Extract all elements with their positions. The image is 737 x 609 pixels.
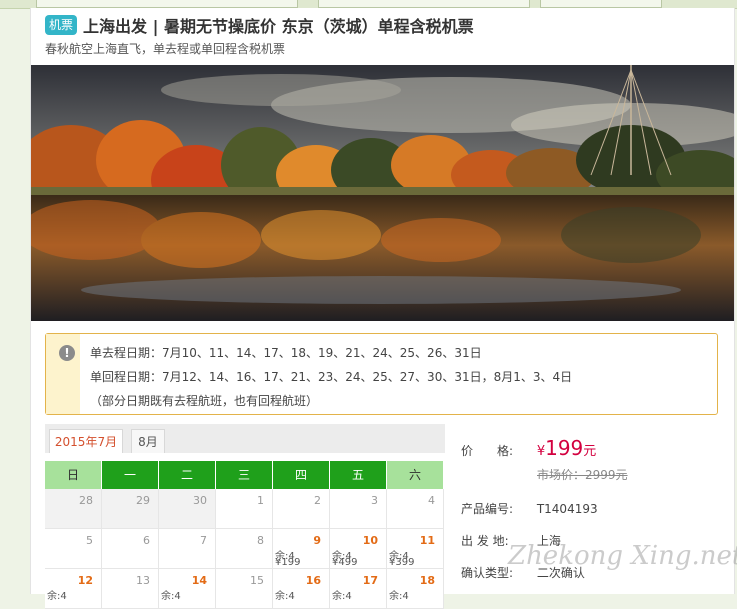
calendar-day-cell: 13	[102, 569, 159, 609]
day-number: 16	[305, 574, 321, 587]
price-calendar: 2015年7月 8月 日 一 二 三 四 五 六 28 29 30 1 2 3 4 5 6 7 8 9…	[45, 424, 445, 609]
tab-august[interactable]: 8月	[131, 429, 165, 453]
seats-remaining: 余:4	[389, 591, 409, 602]
browser-tab[interactable]	[36, 0, 298, 8]
calendar-week-row: 5 6 7 8 9 余:4 ¥199 10 余:4 ¥499 11 余:4 ¥399	[45, 529, 445, 569]
day-number: 12	[77, 574, 93, 587]
calendar-grid: 日 一 二 三 四 五 六 28 29 30 1 2 3 4 5 6 7 8 9 余:4 ¥199 10 余:…	[45, 461, 445, 609]
day-number: 14	[191, 574, 207, 587]
month-tabs: 2015年7月 8月	[45, 424, 445, 453]
calendar-day-cell[interactable]: 16 余:4	[273, 569, 330, 609]
calendar-day-cell[interactable]: 14 余:4	[159, 569, 216, 609]
warning-icon: !	[59, 345, 75, 361]
hero-image	[31, 65, 734, 321]
weekday-wed: 三	[216, 461, 273, 489]
day-number: 18	[419, 574, 435, 587]
price-row: 价 格: ¥199元	[461, 436, 596, 460]
browser-tab[interactable]	[318, 0, 530, 8]
day-number: 10	[362, 534, 378, 547]
product-page: 机票 上海出发 | 暑期无节操底价 东京（茨城）单程含税机票 春秋航空上海直飞，…	[30, 8, 735, 609]
calendar-week-row: 12 余:4 13 14 余:4 15 16 余:4 17 余:4 18 余:4	[45, 569, 445, 609]
day-price: ¥499	[332, 557, 358, 568]
day-number: 28	[79, 494, 93, 507]
day-number: 2	[314, 494, 321, 507]
seats-remaining: 余:4	[161, 591, 181, 602]
weekday-tue: 二	[159, 461, 216, 489]
calendar-day-cell: 7	[159, 529, 216, 569]
calendar-day-cell[interactable]: 17 余:4	[330, 569, 387, 609]
day-number: 29	[136, 494, 150, 507]
calendar-day-cell: 28	[45, 489, 102, 529]
day-number: 30	[193, 494, 207, 507]
day-number: 7	[200, 534, 207, 547]
product-title: 上海出发 | 暑期无节操底价 东京（茨城）单程含税机票	[83, 17, 474, 36]
calendar-day-cell[interactable]: 12 余:4	[45, 569, 102, 609]
calendar-day-cell[interactable]: 11 余:4 ¥399	[387, 529, 444, 569]
day-price: ¥399	[389, 557, 415, 568]
day-number: 1	[257, 494, 264, 507]
day-number: 6	[143, 534, 150, 547]
tab-july[interactable]: 2015年7月	[49, 429, 123, 453]
calendar-day-cell: 29	[102, 489, 159, 529]
calendar-day-cell: 8	[216, 529, 273, 569]
day-number: 8	[257, 534, 264, 547]
calendar-week-row: 28 29 30 1 2 3 4	[45, 489, 445, 529]
return-dates: 单回程日期：7月12、14、16、17、21、23、24、25、27、30、31…	[90, 370, 573, 384]
weekday-fri: 五	[330, 461, 387, 489]
price-label: 价 格:	[461, 444, 514, 458]
product-code-row: 产品编号: T1404193	[461, 500, 598, 517]
calendar-day-cell: 15	[216, 569, 273, 609]
day-number: 13	[136, 574, 150, 587]
day-number: 11	[419, 534, 435, 547]
calendar-day-cell: 1	[216, 489, 273, 529]
calendar-day-cell: 30	[159, 489, 216, 529]
watermark: Zhekong Xing.net	[508, 541, 737, 571]
calendar-day-cell: 2	[273, 489, 330, 529]
calendar-day-cell[interactable]: 18 余:4	[387, 569, 444, 609]
calendar-body: 28 29 30 1 2 3 4 5 6 7 8 9 余:4 ¥199 10 余:4 ¥499 11 余:4 ¥399…	[45, 489, 445, 609]
day-number: 3	[371, 494, 378, 507]
weekday-mon: 一	[102, 461, 159, 489]
day-number: 5	[86, 534, 93, 547]
calendar-day-cell[interactable]: 10 余:4 ¥499	[330, 529, 387, 569]
title-row: 机票 上海出发 | 暑期无节操底价 东京（茨城）单程含税机票	[45, 14, 474, 36]
day-number: 4	[428, 494, 435, 507]
browser-tab[interactable]	[540, 0, 662, 8]
calendar-day-cell[interactable]: 9 余:4 ¥199	[273, 529, 330, 569]
calendar-day-cell: 5	[45, 529, 102, 569]
weekday-sat: 六	[387, 461, 444, 489]
market-price: 市场价：2999元	[537, 468, 628, 482]
seats-remaining: 余:4	[47, 591, 67, 602]
calendar-day-cell: 6	[102, 529, 159, 569]
calendar-day-cell: 3	[330, 489, 387, 529]
calendar-day-cell: 4	[387, 489, 444, 529]
flight-badge: 机票	[45, 15, 78, 35]
day-number: 15	[250, 574, 264, 587]
product-code-label: 产品编号:	[461, 502, 514, 516]
price-value: ¥199元	[536, 436, 597, 460]
flight-date-notice: ! 单去程日期：7月10、11、14、17、18、19、21、24、25、26、…	[45, 333, 718, 415]
outbound-dates: 单去程日期：7月10、11、14、17、18、19、21、24、25、26、31…	[90, 346, 482, 360]
seats-remaining: 余:4	[275, 591, 295, 602]
day-number: 17	[362, 574, 378, 587]
seats-remaining: 余:4	[332, 591, 352, 602]
weekday-sun: 日	[45, 461, 102, 489]
product-subtitle: 春秋航空上海直飞，单去程或单回程含税机票	[45, 42, 286, 56]
product-code-value: T1404193	[536, 502, 598, 516]
weekday-thu: 四	[273, 461, 330, 489]
day-price: ¥199	[275, 557, 301, 568]
notice-note: （部分日期既有去程航班，也有回程航班）	[90, 394, 319, 408]
weekday-header: 日 一 二 三 四 五 六	[45, 461, 445, 489]
day-number: 9	[313, 534, 321, 547]
